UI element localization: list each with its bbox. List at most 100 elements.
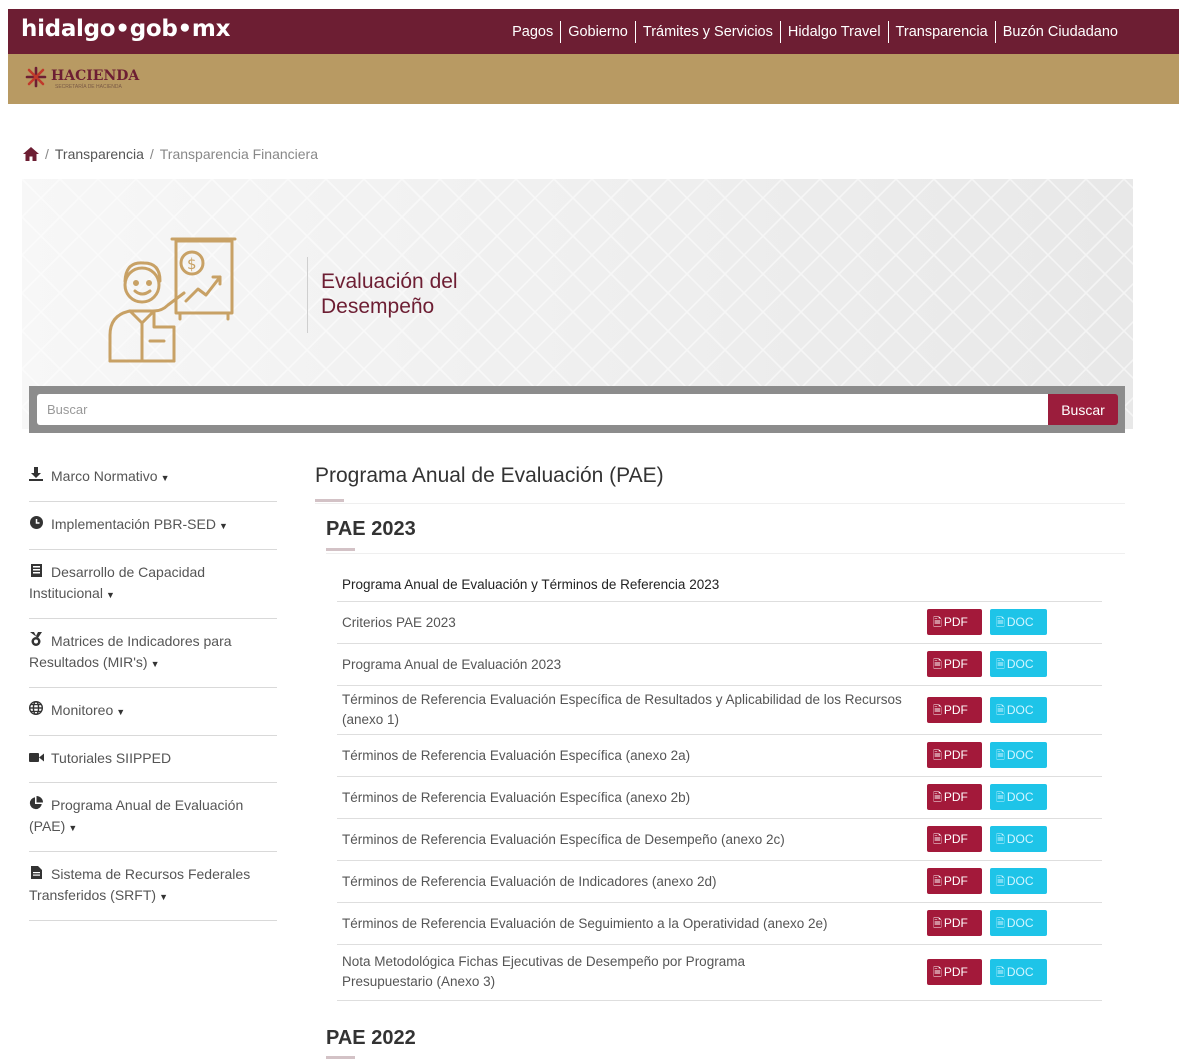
sidebar-item-pae[interactable]: Programa Anual de Evaluación (PAE) ▼ [29,783,277,852]
pdf-label: PDF [943,832,968,846]
doc-button[interactable]: 🗎 DOC [990,910,1047,936]
nav-link-transparencia[interactable]: Transparencia [887,20,995,43]
document-title: Términos de Referencia Evaluación Especí… [337,685,922,735]
pdf-label: PDF [943,657,968,671]
download-buttons: 🗎 PDF 🗎 DOC [922,776,1102,819]
table-header: Programa Anual de Evaluación y Términos … [337,568,1102,602]
nav-link-buzon[interactable]: Buzón Ciudadano [994,20,1125,43]
video-icon [29,749,44,769]
nav-link-hidalgo-travel[interactable]: Hidalgo Travel [779,20,888,43]
pdf-button[interactable]: 🗎 PDF [927,959,982,985]
download-buttons: 🗎 PDF 🗎 DOC [922,601,1102,644]
sidebar-item-srft[interactable]: Sistema de Recursos Federales Transferid… [29,852,277,921]
pdf-button[interactable]: 🗎 PDF [927,868,982,894]
caret-down-icon: ▼ [116,707,126,717]
presenter-chart-icon: $ [108,237,237,363]
download-buttons: 🗎 PDF 🗎 DOC [922,902,1102,945]
doc-button[interactable]: 🗎 DOC [990,742,1047,768]
nav-link-tramites[interactable]: Trámites y Servicios [634,20,780,43]
download-buttons: 🗎 PDF 🗎 DOC [922,818,1102,861]
pdf-label: PDF [943,748,968,762]
hacienda-emblem-icon [25,66,47,88]
subsection-title-pae-2023: PAE 2023 [326,518,416,540]
clock-icon [29,515,43,535]
table-header-row: Programa Anual de Evaluación y Términos … [337,568,1102,602]
sidebar-item-monitoreo[interactable]: Monitoreo ▼ [28,688,277,736]
sidebar-item-matrices[interactable]: Matrices de Indicadores para Resultados … [29,619,277,688]
sidebar-item-label: Tutoriales SIIPPED [51,750,172,766]
pdf-button[interactable]: 🗎 PDF [927,826,982,852]
search-input[interactable] [37,394,1048,425]
document-title: Términos de Referencia Evaluación de Seg… [337,902,922,945]
subsection-underline [326,546,1125,554]
pdf-button[interactable]: 🗎 PDF [927,784,982,810]
doc-button[interactable]: 🗎 DOC [990,959,1047,985]
main-content: Programa Anual de Evaluación (PAE) PAE 2… [315,464,1125,1001]
document-title: Términos de Referencia Evaluación Especí… [337,734,922,777]
breadcrumb-separator: / [149,146,154,162]
doc-button[interactable]: 🗎 DOC [990,696,1047,723]
sidebar-item-marco-normativo[interactable]: Marco Normativo ▼ [29,456,277,502]
file-pdf-icon: 🗎 [933,834,942,846]
document-title: Términos de Referencia Evaluación Especí… [337,818,922,861]
file-word-icon: 🗎 [996,876,1005,888]
document-title: Programa Anual de Evaluación 2023 [337,643,922,686]
sidebar-item-tutoriales[interactable]: Tutoriales SIIPPED [29,736,277,783]
breadcrumb-link-transparencia[interactable]: Transparencia [55,146,144,162]
pdf-button[interactable]: 🗎 PDF [927,696,982,723]
doc-label: DOC [1006,874,1034,888]
doc-label: DOC [1006,748,1034,762]
file-pdf-icon: 🗎 [933,750,942,762]
caret-down-icon: ▼ [150,659,160,669]
doc-button[interactable]: 🗎 DOC [990,868,1047,894]
nav-link-gobierno[interactable]: Gobierno [560,20,635,43]
search-button[interactable]: Buscar [1048,394,1118,425]
subsection-title-pae-2022: PAE 2022 [326,1027,416,1049]
doc-button[interactable]: 🗎 DOC [990,826,1047,852]
breadcrumb-separator: / [45,146,49,162]
sidebar-item-label: Implementación PBR-SED [51,516,216,532]
download-icon [29,467,43,487]
sidebar-item-label: Matrices de Indicadores para Resultados … [29,633,232,670]
pdf-button[interactable]: 🗎 PDF [927,742,982,768]
file-pdf-icon: 🗎 [933,617,942,629]
pdf-label: PDF [943,965,968,979]
sidebar-item-label: Marco Normativo [51,468,158,484]
home-icon[interactable] [23,147,39,161]
file-word-icon: 🗎 [996,834,1005,846]
nav-link-pagos[interactable]: Pagos [505,21,560,43]
top-nav: Pagos Gobierno Trámites y Servicios Hida… [505,9,1125,54]
sidebar: Marco Normativo ▼ Implementación PBR-SED ▼… [28,456,277,921]
sidebar-item-implementacion[interactable]: Implementación PBR-SED ▼ [29,502,277,550]
sidebar-item-desarrollo-capacidad[interactable]: Desarrollo de Capacidad Institucional ▼ [29,550,277,619]
download-buttons: 🗎 PDF 🗎 DOC [922,643,1102,686]
doc-label: DOC [1006,790,1034,804]
secretaria-bar: HACIENDA SECRETARÍA DE HACIENDA [8,54,1179,104]
doc-button[interactable]: 🗎 DOC [990,609,1047,635]
doc-button[interactable]: 🗎 DOC [990,784,1047,810]
pdf-button[interactable]: 🗎 PDF [927,910,982,936]
table-row: Términos de Referencia Evaluación de Ind… [337,860,1102,903]
table-row: Criterios PAE 2023 🗎 PDF 🗎 DOC [337,601,1102,644]
file-word-icon: 🗎 [996,792,1005,804]
site-logo[interactable]: hidalgo•gob•mx [21,16,230,42]
pdf-button[interactable]: 🗎 PDF [927,651,982,677]
caret-down-icon: ▼ [68,823,78,833]
doc-button[interactable]: 🗎 DOC [990,651,1047,677]
table-row: Términos de Referencia Evaluación Especí… [337,685,1102,735]
globe-icon [28,700,44,721]
doc-label: DOC [1006,657,1034,671]
pdf-label: PDF [943,702,968,717]
download-buttons: 🗎 PDF 🗎 DOC [922,944,1102,1001]
sidebar-item-label: Desarrollo de Capacidad Institucional [29,564,206,601]
file-icon [29,865,43,885]
document-title: Términos de Referencia Evaluación de Ind… [337,860,922,903]
section-title-underline [315,494,1125,504]
secretaria-name: HACIENDA [51,68,140,84]
svg-text:$: $ [187,255,197,273]
pdf-button[interactable]: 🗎 PDF [927,609,982,635]
table-row: Términos de Referencia Evaluación de Seg… [337,902,1102,945]
file-pdf-icon: 🗎 [933,704,942,717]
doc-label: DOC [1006,832,1034,846]
sidebar-item-label: Sistema de Recursos Federales Transferid… [29,866,251,903]
